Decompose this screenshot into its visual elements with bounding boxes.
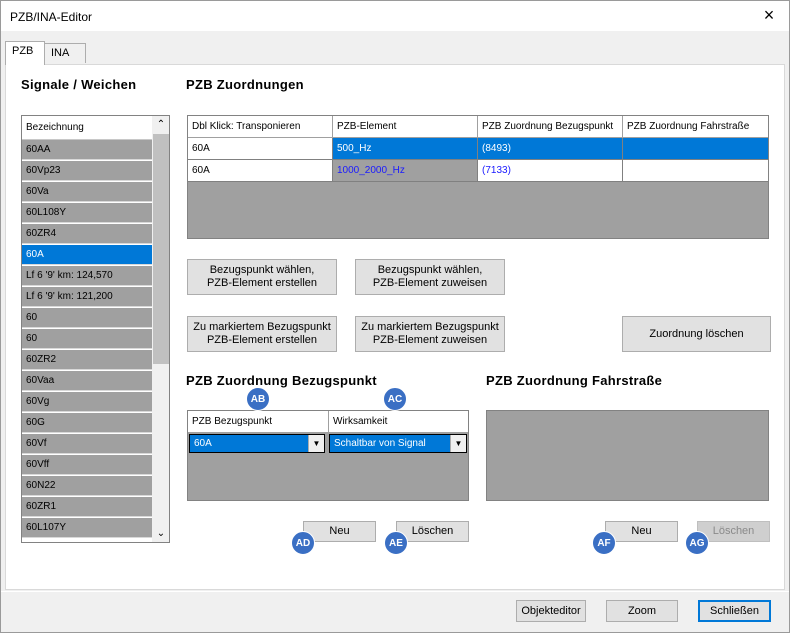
table-cell[interactable]: 1000_2000_Hz bbox=[333, 160, 478, 182]
tab-pzb[interactable]: PZB bbox=[5, 41, 45, 65]
assignments-heading: PZB Zuordnungen bbox=[186, 77, 304, 92]
annotation-badge: AE bbox=[384, 531, 408, 555]
choose-assign-button[interactable]: Bezugspunkt wählen, PZB-Element zuweisen bbox=[355, 259, 505, 295]
scroll-down-icon[interactable]: ⌄ bbox=[152, 525, 169, 542]
annotation-badge: AD bbox=[291, 531, 315, 555]
delete-assignment-button[interactable]: Zuordnung löschen bbox=[622, 316, 771, 352]
table-cell[interactable] bbox=[623, 160, 768, 182]
editor-window: PZB/INA-Editor × PZB INA Signale / Weich… bbox=[0, 0, 790, 633]
close-icon[interactable]: × bbox=[759, 6, 779, 24]
table-cell[interactable]: 60A bbox=[188, 138, 333, 160]
list-item[interactable]: 60L108Y bbox=[22, 203, 152, 223]
route-new-button[interactable]: Neu bbox=[605, 521, 678, 542]
column-header[interactable]: Wirksamkeit bbox=[329, 411, 468, 433]
list-item[interactable]: 60N22 bbox=[22, 476, 152, 496]
zoom-button[interactable]: Zoom bbox=[606, 600, 678, 622]
marked-create-button[interactable]: Zu markiertem Bezugspunkt PZB-Element er… bbox=[187, 316, 337, 352]
ref-point-heading: PZB Zuordnung Bezugspunkt bbox=[186, 373, 377, 388]
column-header[interactable]: PZB Zuordnung Bezugspunkt bbox=[478, 116, 623, 138]
list-item[interactable]: 60 bbox=[22, 329, 152, 349]
effect-combo[interactable]: Schaltbar von Signal ▼ bbox=[329, 434, 467, 453]
annotation-badge: AG bbox=[685, 531, 709, 555]
list-item[interactable]: 60L107Y bbox=[22, 518, 152, 538]
assignments-grid[interactable]: Dbl Klick: Transponieren PZB-Element PZB… bbox=[187, 115, 769, 239]
list-item[interactable]: 60AA bbox=[22, 140, 152, 160]
column-header[interactable]: PZB-Element bbox=[333, 116, 478, 138]
object-editor-button[interactable]: Objekteditor bbox=[516, 600, 586, 622]
dropdown-arrow-icon[interactable]: ▼ bbox=[308, 435, 324, 452]
route-heading: PZB Zuordnung Fahrstraße bbox=[486, 373, 663, 388]
list-item[interactable]: Lf 6 '9' km: 121,200 bbox=[22, 287, 152, 307]
table-cell[interactable]: 60A bbox=[188, 160, 333, 182]
ref-point-combo[interactable]: 60A ▼ bbox=[189, 434, 325, 453]
column-header[interactable]: PZB Zuordnung Fahrstraße bbox=[623, 116, 768, 138]
list-item[interactable]: 60G bbox=[22, 413, 152, 433]
scroll-up-icon[interactable]: ⌃ bbox=[152, 116, 169, 133]
route-grid[interactable] bbox=[486, 410, 769, 501]
choose-create-button[interactable]: Bezugspunkt wählen, PZB-Element erstelle… bbox=[187, 259, 337, 295]
annotation-badge: AB bbox=[246, 387, 270, 411]
list-item[interactable]: 60 bbox=[22, 308, 152, 328]
list-item[interactable]: Lf 6 '9' km: 124,570 bbox=[22, 266, 152, 286]
ref-point-value: 60A bbox=[194, 438, 212, 449]
title-bar: PZB/INA-Editor × bbox=[1, 1, 789, 31]
tab-ina[interactable]: INA bbox=[44, 43, 86, 63]
marked-assign-button[interactable]: Zu markiertem Bezugspunkt PZB-Element zu… bbox=[355, 316, 505, 352]
window-title: PZB/INA-Editor bbox=[10, 10, 93, 24]
table-cell[interactable]: (8493) bbox=[478, 138, 623, 160]
list-header[interactable]: Bezeichnung bbox=[22, 116, 152, 140]
column-header[interactable]: Dbl Klick: Transponieren bbox=[188, 116, 333, 138]
list-item[interactable]: 60A bbox=[22, 245, 152, 265]
signals-listbox[interactable]: Bezeichnung 60AA 60Vp23 60Va 60L108Y 60ZR4 60… bbox=[21, 115, 170, 543]
close-button[interactable]: Schließen bbox=[698, 600, 771, 622]
annotation-badge: AC bbox=[383, 387, 407, 411]
list-item[interactable]: 60Vp23 bbox=[22, 161, 152, 181]
annotation-badge: AF bbox=[592, 531, 616, 555]
list-item[interactable]: 60Vaa bbox=[22, 371, 152, 391]
list-item[interactable]: 60Vf bbox=[22, 434, 152, 454]
footer-divider bbox=[1, 591, 789, 592]
list-item[interactable]: 60Vff bbox=[22, 455, 152, 475]
list-item[interactable]: 60Va bbox=[22, 182, 152, 202]
table-cell[interactable]: (7133) bbox=[478, 160, 623, 182]
table-cell[interactable] bbox=[623, 138, 768, 160]
ref-point-grid[interactable]: PZB Bezugspunkt Wirksamkeit 60A ▼ Schalt… bbox=[187, 410, 469, 501]
list-item[interactable]: 60ZR1 bbox=[22, 497, 152, 517]
list-item[interactable]: 60ZR2 bbox=[22, 350, 152, 370]
effect-value: Schaltbar von Signal bbox=[334, 438, 426, 449]
signals-heading: Signale / Weichen bbox=[21, 77, 137, 92]
scroll-thumb[interactable] bbox=[153, 134, 169, 364]
column-header[interactable]: PZB Bezugspunkt bbox=[188, 411, 329, 433]
list-item[interactable]: 60ZR4 bbox=[22, 224, 152, 244]
dropdown-arrow-icon[interactable]: ▼ bbox=[450, 435, 466, 452]
list-item[interactable]: 60Vg bbox=[22, 392, 152, 412]
table-cell[interactable]: 500_Hz bbox=[333, 138, 478, 160]
vertical-scrollbar[interactable]: ⌃ ⌄ bbox=[152, 116, 169, 542]
